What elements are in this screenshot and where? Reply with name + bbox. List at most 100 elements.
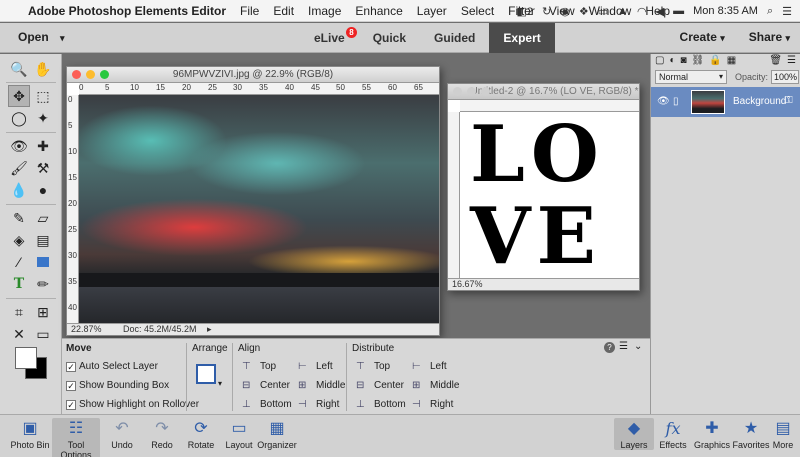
- menu-list-icon[interactable]: ☰: [782, 5, 792, 18]
- distribute-center-label[interactable]: Center: [374, 380, 404, 391]
- distribute-center-icon[interactable]: ⊟: [356, 380, 370, 392]
- wifi-icon[interactable]: ◠: [637, 5, 647, 18]
- zoom-window-icon[interactable]: [100, 70, 109, 79]
- align-middle-label[interactable]: Middle: [316, 380, 345, 391]
- menu-file[interactable]: File: [240, 4, 259, 18]
- airplay-icon[interactable]: ▲: [617, 5, 628, 17]
- menu-select[interactable]: Select: [461, 4, 494, 18]
- align-top-icon[interactable]: ⊤: [242, 361, 256, 373]
- smart-brush-tool-icon[interactable]: 🖌: [8, 157, 30, 179]
- highlight-rollover-checkbox[interactable]: ✓: [66, 400, 76, 410]
- align-center-label[interactable]: Center: [260, 380, 290, 391]
- close-window-icon[interactable]: [72, 70, 81, 79]
- tab-quick[interactable]: Quick: [359, 23, 420, 53]
- lock-transparency-icon[interactable]: ▦: [727, 55, 736, 67]
- crop-tool-icon[interactable]: ⌗: [8, 301, 30, 323]
- eyedropper-tool-icon[interactable]: ⁄: [8, 251, 30, 273]
- type-tool-icon[interactable]: T: [8, 273, 30, 295]
- arrange-icon[interactable]: [196, 364, 216, 384]
- vertical-ruler[interactable]: 0 5 10 15 20 25 30 35 40: [67, 95, 79, 323]
- photo-bin-button[interactable]: ▣ Photo Bin: [5, 418, 55, 450]
- align-right-label[interactable]: Right: [316, 399, 339, 410]
- new-layer-icon[interactable]: ▢: [655, 55, 664, 67]
- options-menu-icon[interactable]: ☰: [619, 341, 628, 352]
- trash-icon[interactable]: 🗑: [769, 55, 782, 67]
- pencil-tool-icon[interactable]: ✏: [32, 273, 54, 295]
- menu-image[interactable]: Image: [308, 4, 341, 18]
- tab-elive[interactable]: eLive 8: [300, 23, 359, 53]
- sunset-photo-canvas[interactable]: [79, 95, 439, 323]
- document-title-bar[interactable]: Untitled-2 @ 16.7% (LO VE, RGB/8) *: [448, 84, 639, 100]
- layer-lock-icon[interactable]: ⚿: [785, 95, 793, 106]
- shape-tool-icon[interactable]: [32, 251, 54, 273]
- volume-icon[interactable]: ◀: [656, 5, 664, 18]
- vertical-ruler[interactable]: [448, 112, 460, 278]
- chevron-down-icon[interactable]: ▾: [218, 379, 222, 388]
- align-left-icon[interactable]: ⊢: [298, 361, 312, 373]
- align-left-label[interactable]: Left: [316, 361, 333, 372]
- foreground-color-swatch[interactable]: [15, 347, 37, 369]
- notification-icon[interactable]: ◧2: [517, 5, 534, 18]
- drive-icon[interactable]: ◉: [560, 5, 570, 18]
- align-middle-icon[interactable]: ⊞: [298, 380, 312, 392]
- open-button[interactable]: Open ▾: [18, 30, 65, 44]
- bounding-box-checkbox[interactable]: ✓: [66, 381, 76, 391]
- layer-link-icon[interactable]: ▯: [673, 96, 679, 107]
- menu-enhance[interactable]: Enhance: [355, 4, 402, 18]
- red-eye-tool-icon[interactable]: 👁: [8, 135, 30, 157]
- adjustment-layer-icon[interactable]: ◐: [669, 55, 675, 67]
- distribute-top-icon[interactable]: ⊤: [356, 361, 370, 373]
- spot-healing-tool-icon[interactable]: ✚: [32, 135, 54, 157]
- document-title-bar[interactable]: 96MPWVZIVI.jpg @ 22.9% (RGB/8): [67, 67, 439, 83]
- create-button[interactable]: Create ▾: [680, 30, 725, 44]
- love-text-line-2[interactable]: VE: [470, 198, 602, 276]
- lasso-tool-icon[interactable]: ◯: [8, 107, 30, 129]
- distribute-right-icon[interactable]: ⊣: [412, 399, 426, 411]
- layer-name[interactable]: Background: [733, 96, 786, 107]
- distribute-middle-label[interactable]: Middle: [430, 380, 459, 391]
- distribute-bottom-icon[interactable]: ⊥: [356, 399, 370, 411]
- distribute-middle-icon[interactable]: ⊞: [412, 380, 426, 392]
- dropbox-icon[interactable]: ❖: [579, 5, 589, 18]
- minimize-window-icon[interactable]: [467, 87, 476, 96]
- eraser-tool-icon[interactable]: ▱: [32, 207, 54, 229]
- align-right-icon[interactable]: ⊣: [298, 399, 312, 411]
- align-bottom-label[interactable]: Bottom: [260, 399, 292, 410]
- brush-tool-icon[interactable]: ✎: [8, 207, 30, 229]
- status-menu-arrow-icon[interactable]: ▸: [207, 324, 212, 335]
- align-top-label[interactable]: Top: [260, 361, 276, 372]
- love-text-canvas[interactable]: LO VE: [460, 112, 639, 278]
- link-icon[interactable]: ⛓: [692, 55, 705, 67]
- zoom-level[interactable]: 22.87%: [71, 324, 102, 334]
- more-button[interactable]: ▤ More: [766, 418, 800, 450]
- blend-mode-select[interactable]: Normal ▾: [655, 70, 727, 84]
- paint-bucket-tool-icon[interactable]: ◈: [8, 229, 30, 251]
- gradient-tool-icon[interactable]: ▤: [32, 229, 54, 251]
- distribute-left-label[interactable]: Left: [430, 361, 447, 372]
- app-name[interactable]: Adobe Photoshop Elements Editor: [28, 4, 226, 18]
- auto-select-checkbox[interactable]: ✓: [66, 362, 76, 372]
- distribute-left-icon[interactable]: ⊢: [412, 361, 426, 373]
- layer-row-background[interactable]: 👁 ▯ Background ⚿: [651, 87, 800, 117]
- magic-wand-tool-icon[interactable]: ✦: [32, 107, 54, 129]
- menu-edit[interactable]: Edit: [273, 4, 294, 18]
- zoom-window-icon[interactable]: [481, 87, 490, 96]
- layer-mask-icon[interactable]: ◙: [681, 55, 687, 67]
- minimize-window-icon[interactable]: [86, 70, 95, 79]
- zoom-level[interactable]: 16.67%: [452, 279, 483, 289]
- horizontal-ruler[interactable]: 0 5 10 15 20 25 30 35 40 45 50 55 60 65: [79, 83, 439, 95]
- organizer-button[interactable]: ▦ Organizer: [252, 418, 302, 450]
- lock-icon[interactable]: 🔒: [709, 55, 721, 67]
- menu-layer[interactable]: Layer: [417, 4, 447, 18]
- align-bottom-icon[interactable]: ⊥: [242, 399, 256, 411]
- clone-stamp-tool-icon[interactable]: ⚒: [32, 157, 54, 179]
- clock[interactable]: Mon 8:35 AM: [693, 5, 758, 17]
- share-button[interactable]: Share ▾: [749, 30, 790, 44]
- document-window-love[interactable]: Untitled-2 @ 16.7% (LO VE, RGB/8) * LO V…: [447, 83, 640, 291]
- panel-menu-icon[interactable]: ☰: [787, 55, 796, 67]
- distribute-right-label[interactable]: Right: [430, 399, 453, 410]
- distribute-bottom-label[interactable]: Bottom: [374, 399, 406, 410]
- close-window-icon[interactable]: [453, 87, 462, 96]
- help-icon[interactable]: ?: [604, 342, 615, 353]
- screen-icon[interactable]: ▭: [598, 5, 608, 18]
